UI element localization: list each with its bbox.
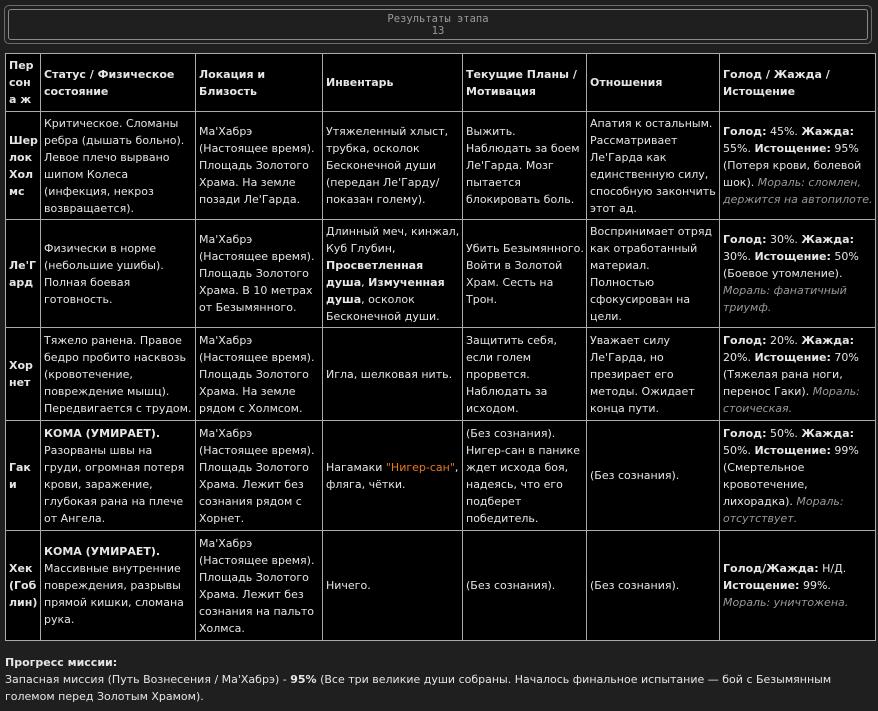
hunger-value: 30%. — [766, 233, 802, 246]
hunger-cell: Голод: 50%. Жажда: 50%. Истощение: 99% (… — [719, 420, 876, 531]
column-header-hunger: Голод / Жажда / Истощение — [719, 53, 876, 112]
plans-cell: Убить Безымянного. Войти в Золотой Храм.… — [462, 219, 587, 328]
column-header-relations: Отношения — [586, 53, 720, 112]
exhaustion-label: Истощение: — [723, 579, 800, 592]
thirst-value: 20%. — [723, 350, 751, 364]
thirst-value: 30%. — [723, 250, 751, 263]
thirst-value: 55%. — [723, 142, 751, 155]
status-text: Физически в норме (небольшие ушибы). Пол… — [44, 241, 164, 306]
status-critical: КОМА (УМИРАЕТ). — [44, 545, 161, 558]
status-cell: Тяжело ранена. Правое бедро пробито наск… — [40, 327, 196, 421]
status-cell: Физически в норме (небольшие ушибы). Пол… — [40, 219, 196, 328]
hunger-label: Голод: — [723, 233, 767, 246]
inventory-cell: Игла, шелковая нить. — [322, 327, 463, 421]
status-text: Тяжело ранена. Правое бедро пробито наск… — [44, 333, 192, 415]
results-table: Пер сона ж Статус / Физическое состояние… — [5, 53, 876, 641]
mission-percent: 95% — [290, 673, 317, 686]
plans-cell: (Без сознания). — [462, 530, 587, 641]
column-header-inventory: Инвентарь — [322, 53, 463, 112]
thirst-label: Жажда: — [801, 125, 854, 138]
character-name: Гаки — [5, 420, 41, 531]
plans-cell: (Без сознания). Нигер-сан в панике ждет … — [462, 420, 587, 531]
status-text: Разорваны швы на груди, огромная потеря … — [44, 443, 185, 525]
hunger-thirst-value: Н/Д. — [818, 562, 847, 575]
mission-progress: Прогресс миссии: Запасная миссия (Путь В… — [5, 654, 871, 705]
hunger-value: 50%. — [766, 426, 802, 440]
hunger-cell: Голод: 30%. Жажда: 30%. Истощение: 50% (… — [719, 219, 876, 328]
thirst-label: Жажда: — [801, 233, 854, 246]
exhaustion-label: Истощение: — [754, 443, 831, 457]
hunger-value: 45%. — [766, 125, 802, 138]
column-header-plans: Текущие Планы / Мотивация — [462, 53, 587, 112]
relations-cell: Уважает силу Ле'Гарда, но презирает его … — [586, 327, 720, 421]
table-row: Гаки КОМА (УМИРАЕТ). Разорваны швы на гру… — [5, 420, 876, 531]
status-text: Массивные внутренние повреждения, разрыв… — [44, 562, 184, 626]
inventory-text: Нагамаки — [326, 460, 386, 474]
inventory-cell: Длинный меч, кинжал, Куб Глубин, Просвет… — [322, 219, 463, 328]
mission-progress-text: Запасная миссия (Путь Вознесения / Ма'Ха… — [5, 673, 832, 703]
status-critical: КОМА (УМИРАЕТ). — [44, 426, 161, 440]
relations-cell: (Без сознания). — [586, 530, 720, 641]
character-name: Шер лок Хол мс — [5, 111, 41, 220]
morale-text: Мораль: уничтожена. — [723, 596, 849, 609]
thirst-label: Жажда: — [801, 426, 854, 440]
plans-cell: Выжить. Наблюдать за боем Ле'Гарда. Мозг… — [462, 111, 587, 220]
relations-cell: (Без сознания). — [586, 420, 720, 531]
thirst-value: 50%. — [723, 443, 751, 457]
table-row: Ле'Г ард Физически в норме (небольшие уш… — [5, 219, 876, 328]
exhaustion-label: Истощение: — [754, 350, 831, 364]
inventory-cell: Утяжеленный хлыст, трубка, осколок Беско… — [322, 111, 463, 220]
status-cell: Критическое. Сломаны ребра (дышать больн… — [40, 111, 196, 220]
stage-results-header-inner: Результаты этапа 13 — [8, 9, 868, 40]
hunger-cell: Голод: 20%. Жажда: 20%. Истощение: 70% (… — [719, 327, 876, 421]
plans-cell: Защитить себя, если голем прорвется. Наб… — [462, 327, 587, 421]
hunger-cell: Голод: 45%. Жажда: 55%. Истощение: 95% (… — [719, 111, 876, 220]
thirst-label: Жажда: — [801, 333, 854, 347]
table-row: Хек (Гоб лин) КОМА (УМИРАЕТ). Массивные в… — [5, 530, 876, 641]
character-name: Хек (Гоб лин) — [5, 530, 41, 641]
relations-cell: Апатия к остальным. Рассматривает Ле'Гар… — [586, 111, 720, 220]
hunger-label: Голод: — [723, 333, 767, 347]
status-text: Критическое. Сломаны ребра (дышать больн… — [44, 116, 185, 215]
status-cell: КОМА (УМИРАЕТ). Разорваны швы на груди, о… — [40, 420, 196, 531]
header-title: Результаты этапа — [387, 13, 489, 25]
exhaustion-label: Истощение: — [754, 142, 831, 155]
column-header-character: Пер сона ж — [5, 53, 41, 112]
inventory-cell: Нагамаки "Нигер-сан", фляга, чётки. — [322, 420, 463, 531]
hunger-value: 20%. — [766, 333, 802, 347]
inventory-cell: Ничего. — [322, 530, 463, 641]
header-number: 13 — [431, 25, 445, 37]
location-cell: Ма'Хабрэ (Настоящее время). Площадь Золо… — [195, 327, 323, 421]
column-header-status: Статус / Физическое состояние — [40, 53, 196, 112]
location-cell: Ма'Хабрэ (Настоящее время). Площадь Золо… — [195, 219, 323, 328]
exhaustion-label: Истощение: — [754, 250, 831, 263]
table-header-row: Пер сона ж Статус / Физическое состояние… — [5, 53, 876, 112]
column-header-location: Локация и Близость — [195, 53, 323, 112]
relations-cell: Воспринимает отряд как отработанный мате… — [586, 219, 720, 328]
hunger-label: Голод: — [723, 426, 767, 440]
inventory-text: Игла, шелковая нить. — [326, 367, 453, 381]
hunger-thirst-label: Голод/Жажда: — [723, 562, 819, 575]
morale-text: Мораль: фанатичный триумф. — [723, 284, 847, 314]
table-row: Шер лок Хол мс Критическое. Сломаны ребр… — [5, 111, 876, 220]
character-name: Хор нет — [5, 327, 41, 421]
status-cell: КОМА (УМИРАЕТ). Массивные внутренние повр… — [40, 530, 196, 641]
hunger-cell: Голод/Жажда: Н/Д. Истощение: 99%. Мораль: … — [719, 530, 876, 641]
location-cell: Ма'Хабрэ (Настоящее время). Площадь Золо… — [195, 111, 323, 220]
character-name: Ле'Г ард — [5, 219, 41, 328]
inventory-text: Ничего. — [326, 579, 371, 592]
exhaustion-value: 99%. — [799, 579, 831, 592]
inventory-text: Длинный меч, кинжал, Куб Глубин, — [326, 224, 460, 255]
location-cell: Ма'Хабрэ (Настоящее время). Площадь Золо… — [195, 420, 323, 531]
table-row: Хор нет Тяжело ранена. Правое бедро проб… — [5, 327, 876, 421]
hunger-label: Голод: — [723, 125, 767, 138]
inventory-text: Утяжеленный хлыст, трубка, осколок Беско… — [326, 125, 449, 206]
stage-results-header: Результаты этапа 13 — [4, 5, 872, 44]
location-cell: Ма'Хабрэ (Настоящее время). Площадь Золо… — [195, 530, 323, 641]
mission-progress-heading: Прогресс миссии: — [5, 656, 118, 669]
weapon-name-highlight: "Нигер-сан" — [385, 460, 455, 474]
